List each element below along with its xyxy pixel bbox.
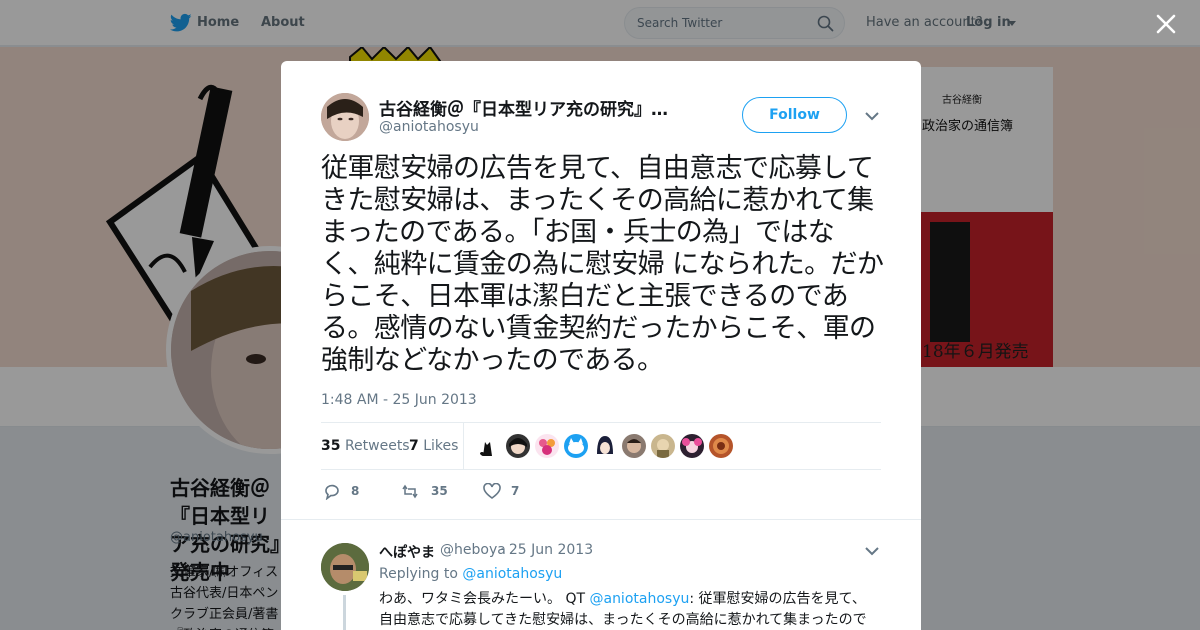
- tweet-modal: 古谷経衡＠『日本型リア充の研究』… @aniotahosyu Follow 従軍…: [281, 61, 921, 630]
- like-action-count: 7: [511, 484, 520, 498]
- like-label: Likes: [423, 438, 459, 454]
- author-avatar[interactable]: [321, 93, 369, 141]
- like-stat[interactable]: 7 Likes: [409, 438, 458, 454]
- chevron-down-icon[interactable]: [865, 546, 879, 556]
- follow-button[interactable]: Follow: [742, 97, 847, 133]
- retweet-count: 35: [321, 438, 341, 454]
- reply-text-before: わあ、ワタミ会長みたーい。 QT: [379, 591, 590, 607]
- quote-thread-line: [343, 595, 346, 630]
- author-avatar-photo: [321, 93, 369, 141]
- reply-icon[interactable]: [323, 483, 341, 500]
- tweet-actions: 8 35 7: [321, 481, 881, 505]
- author-handle[interactable]: @aniotahosyu: [379, 119, 479, 135]
- tweet-stats: 35 Retweets 7 Likes: [321, 422, 881, 470]
- liker-avatar[interactable]: [622, 434, 646, 458]
- reply-divider: [281, 519, 921, 520]
- reply-count: 8: [351, 484, 360, 498]
- reply-text: わあ、ワタミ会長みたーい。 QT @aniotahosyu: 従軍慰安婦の広告を…: [379, 589, 879, 630]
- reply-author-avatar[interactable]: [321, 543, 369, 591]
- reply-avatar-photo: [321, 543, 369, 591]
- liker-avatar[interactable]: [506, 434, 530, 458]
- stats-divider: [463, 423, 464, 470]
- heart-icon[interactable]: [483, 483, 501, 500]
- replying-prefix: Replying to: [379, 566, 458, 582]
- chevron-down-icon[interactable]: [865, 111, 879, 121]
- liker-avatar[interactable]: [477, 434, 501, 458]
- retweet-label: Retweets: [344, 438, 410, 454]
- replying-handle-link[interactable]: @aniotahosyu: [462, 566, 562, 582]
- close-icon[interactable]: [1154, 12, 1178, 36]
- liker-avatar[interactable]: [593, 434, 617, 458]
- author-name[interactable]: 古谷経衡＠『日本型リア充の研究』…: [379, 95, 699, 120]
- liker-avatar[interactable]: [651, 434, 675, 458]
- reply-author-handle[interactable]: @heboya: [440, 542, 506, 558]
- tweet-text: 従軍慰安婦の広告を見て、自由意志で応募してきた慰安婦は、まったくその高給に惹かれ…: [321, 153, 884, 376]
- reply-author-name[interactable]: へぽやま: [379, 542, 435, 562]
- liker-avatar[interactable]: [680, 434, 704, 458]
- tweet-timestamp[interactable]: 1:48 AM - 25 Jun 2013: [321, 392, 477, 408]
- retweet-icon[interactable]: [401, 483, 419, 500]
- liker-avatar[interactable]: [709, 434, 733, 458]
- reply-mention-link[interactable]: @aniotahosyu: [589, 591, 689, 607]
- like-count: 7: [409, 438, 419, 454]
- retweet-action-count: 35: [431, 484, 448, 498]
- replying-to: Replying to @aniotahosyu: [379, 566, 562, 582]
- liker-avatar[interactable]: [535, 434, 559, 458]
- reply-date[interactable]: · 25 Jun 2013: [500, 542, 593, 558]
- retweet-stat[interactable]: 35 Retweets: [321, 438, 410, 454]
- liker-avatar[interactable]: [564, 434, 588, 458]
